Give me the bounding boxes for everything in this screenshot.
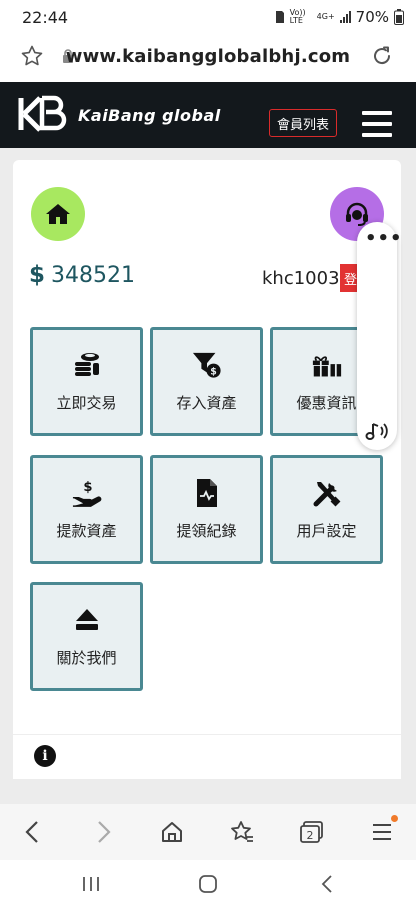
tile-label: 提款資產: [56, 522, 117, 540]
balance-value: 348521: [51, 262, 135, 288]
kb-logo[interactable]: [18, 94, 68, 134]
tile-label: 用戶設定: [296, 522, 357, 540]
back-nav-icon[interactable]: [314, 872, 340, 896]
back-icon[interactable]: [18, 818, 46, 846]
balance-display: $ 348521: [29, 262, 135, 288]
tile-trade-now[interactable]: 立即交易: [30, 327, 143, 436]
app-header: KaiBang global: [0, 82, 416, 148]
browser-url-bar: www.kaibangglobalbhj.com: [0, 34, 416, 82]
url-text[interactable]: www.kaibangglobalbhj.com: [0, 46, 416, 67]
info-bar: [13, 734, 401, 779]
tile-label: 立即交易: [56, 394, 117, 412]
eject-icon: [72, 605, 102, 635]
hand-dollar-icon: $: [72, 478, 102, 508]
tile-label: 優惠資訊: [296, 394, 357, 412]
home-icon: [46, 204, 70, 224]
tile-label: 存入資產: [176, 394, 237, 412]
funnel-dollar-icon: $: [192, 350, 222, 380]
more-options-icon[interactable]: •••: [365, 230, 403, 248]
forward-icon[interactable]: [90, 818, 118, 846]
gift-icon: [312, 350, 342, 380]
info-icon[interactable]: i: [34, 745, 56, 767]
notification-dot: [391, 815, 398, 822]
browser-menu-icon[interactable]: [368, 818, 396, 846]
tabs-icon[interactable]: 2: [298, 818, 326, 846]
file-chart-icon: [192, 478, 222, 508]
home-nav-icon[interactable]: [195, 872, 221, 896]
network-label: Vo)) LTE: [289, 8, 306, 25]
tile-label: 關於我們: [56, 649, 117, 667]
browser-toolbar: 2: [0, 804, 416, 860]
tile-user-settings[interactable]: 用戶設定: [270, 455, 383, 564]
network-type: 4G+: [316, 12, 335, 21]
home-button[interactable]: [31, 187, 85, 241]
sim-icon: [275, 11, 284, 23]
tile-withdraw[interactable]: $ 提款資產: [30, 455, 143, 564]
coins-icon: [72, 350, 102, 380]
username: khc1003: [262, 268, 340, 289]
svg-text:2: 2: [307, 829, 314, 842]
brand-name: KaiBang global: [78, 106, 221, 125]
signal-icon: [339, 11, 351, 23]
svg-text:$: $: [210, 366, 217, 377]
floating-side-widget[interactable]: •••: [357, 222, 402, 450]
svg-text:$: $: [83, 480, 92, 495]
tile-about-us[interactable]: 關於我們: [30, 582, 143, 691]
reload-icon[interactable]: [370, 44, 394, 68]
status-time: 22:44: [22, 8, 69, 27]
home-page-icon[interactable]: [158, 818, 186, 846]
tools-icon: [312, 478, 342, 508]
bookmarks-icon[interactable]: [228, 818, 256, 846]
battery-icon: [394, 9, 404, 25]
recent-apps-icon[interactable]: [78, 872, 104, 896]
battery-level: 70%: [355, 8, 389, 26]
member-list-button[interactable]: 會員列表: [269, 109, 337, 137]
android-navigation-bar: [0, 860, 416, 909]
status-bar: 22:44 Vo)) LTE 4G+ 70%: [0, 0, 416, 34]
status-icons: Vo)) LTE 4G+ 70%: [275, 8, 404, 26]
hamburger-menu-icon[interactable]: [362, 111, 392, 137]
tile-label: 提領紀錄: [176, 522, 237, 540]
currency-symbol: $: [29, 262, 46, 288]
tile-withdrawal-records[interactable]: 提領紀錄: [150, 455, 263, 564]
tile-deposit[interactable]: $ 存入資產: [150, 327, 263, 436]
audio-icon[interactable]: [365, 420, 391, 442]
